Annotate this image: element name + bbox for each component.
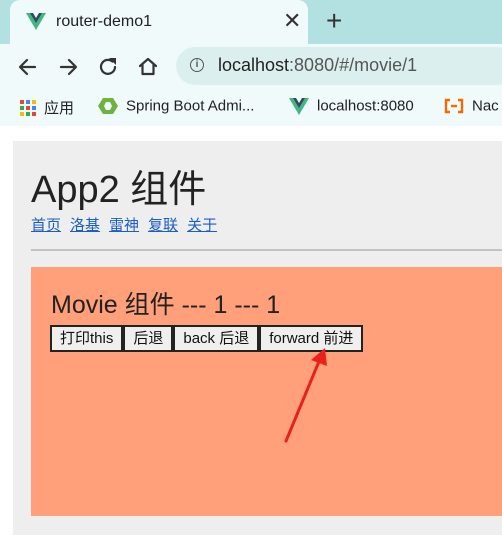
bookmark-spring-boot-admin[interactable]: Spring Boot Admi...	[98, 97, 254, 117]
nav-link-home[interactable]: 首页	[31, 217, 61, 234]
url-host: localhost	[218, 55, 290, 75]
forward-arrow-icon[interactable]	[55, 54, 81, 80]
router-nav: 首页 洛基 雷神 复联 关于	[31, 214, 226, 235]
bookmark-label: Spring Boot Admi...	[126, 97, 255, 115]
app-title: App2 组件	[31, 169, 207, 211]
vue-logo-icon	[26, 13, 46, 30]
annotation-arrow-icon	[284, 348, 327, 443]
browser-toolbar: i localhost:8080/#/movie/1	[0, 44, 502, 89]
back-button[interactable]: back 后退	[173, 325, 260, 352]
bookmarks-bar: 应用 Spring Boot Admi... localhost:8080 Na…	[0, 89, 502, 126]
tab-close-icon[interactable]: ✕	[283, 10, 301, 32]
bookmark-localhost[interactable]: localhost:8080	[289, 97, 414, 117]
browser-tab[interactable]: router-demo1 ✕	[10, 0, 308, 44]
nav-link-about[interactable]: 关于	[187, 217, 217, 234]
new-tab-icon[interactable]: +	[326, 7, 342, 35]
nacos-icon	[444, 98, 464, 114]
bookmark-apps[interactable]: 应用	[20, 97, 74, 117]
nav-link-loki[interactable]: 洛基	[70, 217, 100, 234]
apps-grid-icon	[20, 99, 36, 116]
address-bar[interactable]: i localhost:8080/#/movie/1	[176, 47, 502, 85]
bookmark-nacos[interactable]: Nac	[444, 97, 499, 117]
tab-strip: router-demo1 ✕ +	[0, 0, 502, 44]
vue-logo-icon	[289, 97, 309, 115]
horizontal-rule	[31, 249, 502, 251]
url-path: :8080/#/movie/1	[289, 55, 418, 75]
back-arrow-icon[interactable]	[15, 54, 41, 80]
site-info-icon[interactable]: i	[190, 58, 204, 72]
nav-link-thor[interactable]: 雷神	[109, 217, 139, 234]
bookmark-label: Nac	[472, 97, 499, 115]
spring-boot-admin-icon	[98, 98, 118, 115]
print-this-button[interactable]: 打印this	[50, 325, 124, 352]
bookmark-label: localhost:8080	[317, 97, 414, 115]
reload-icon[interactable]	[95, 54, 121, 80]
movie-title: Movie 组件 --- 1 --- 1	[51, 291, 281, 319]
tab-title: router-demo1	[56, 13, 153, 30]
bookmark-label: 应用	[44, 100, 75, 117]
url-text[interactable]: localhost:8080/#/movie/1	[218, 55, 417, 76]
home-icon[interactable]	[135, 54, 161, 80]
go-back-button[interactable]: 后退	[123, 325, 174, 352]
nav-link-avengers[interactable]: 复联	[148, 217, 178, 234]
